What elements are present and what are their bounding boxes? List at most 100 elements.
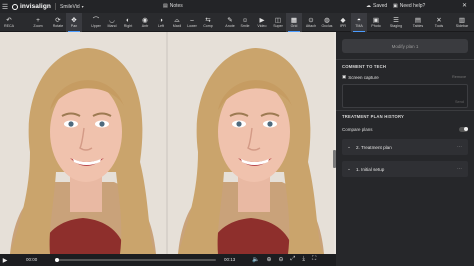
compare-plans-row: Compare plans [342,125,468,133]
modify-plan-button[interactable]: Modify plan 1 [342,39,468,53]
tool-label: Zoom [33,24,43,28]
maxilla-icon: ⌓ [174,17,180,24]
tool-comp-button[interactable]: ⇆ Comp [200,13,216,32]
tool-label: Smile [240,24,250,28]
tool-anote-button[interactable]: ✎ Anote [222,13,238,32]
chevron-down-icon[interactable]: ▾ [82,4,84,9]
mandible-icon: ◡ [109,17,115,24]
tool-lower-button[interactable]: ⌣ Lower [184,13,200,32]
notes-button[interactable]: ▤ Notes [163,3,183,9]
tool-smile-button[interactable]: ☺ Smile [237,13,253,32]
logo-mark-icon [12,3,18,10]
upper-jaw-icon: ⌒ [92,17,100,24]
tool-label: Antr [141,24,149,28]
tool-antr-button[interactable]: ◉ Antr [137,13,153,32]
tool-upper-button[interactable]: ⌒ Upper [88,13,104,32]
tool-zoom-button[interactable]: + Zoom [30,13,46,32]
annotate-icon: ✎ [227,17,233,24]
plan-label: 2. Treatment plan [356,144,392,150]
tool-label: Right [123,24,133,28]
tool-pan-button[interactable]: ✥ Pan [66,13,82,32]
plan-label: 1. Initial setup [356,166,385,172]
photo-viewer[interactable] [0,32,336,254]
fullscreen-icon[interactable]: ⛶ [312,256,316,263]
zoom-out-icon[interactable]: ⊖ [279,256,284,263]
chevron-down-icon[interactable]: ⌄ [342,166,356,172]
tool-super-button[interactable]: ◫ Super [270,13,286,32]
tool-label: Mand [107,24,117,28]
pan-icon: ✥ [71,17,77,24]
tool-attach-button[interactable]: ⊙ Attach [303,13,319,32]
download-icon[interactable]: ⤓ [302,256,305,263]
hamburger-menu-icon[interactable]: ☰ [0,3,10,11]
plan-card[interactable]: ⌄ 2. Treatment plan ⋯ [342,139,468,155]
tool-tma-button[interactable]: ◓ TMA [351,13,367,32]
volume-icon[interactable]: 🔈 [252,256,259,263]
chevron-down-icon[interactable]: ⌄ [342,144,356,150]
playback-bar: ▶ 00:00 00:13 🔈 ⊕ ⊖ ⤢ ⤓ ⛶ [0,254,336,266]
tool-right-button[interactable]: ◐ Right [120,13,136,32]
help-button[interactable]: ▣ Need help? [393,3,425,9]
tool-tables-button[interactable]: ▤ Tables [410,13,426,32]
tool-label: Super [273,24,283,28]
tool-rotate-button[interactable]: ⟳ Rotate [50,13,66,32]
saved-label: Saved [373,3,388,9]
tool-ipr-button[interactable]: ◆ IPR [335,13,351,32]
tool-photo-button[interactable]: ▣ Photo [368,13,384,32]
help-label: Need help? [399,3,426,9]
send-button[interactable]: Send [455,100,464,104]
panel-divider [336,110,474,111]
remove-button[interactable]: Remove [452,75,466,79]
tool-label: Left [158,24,164,28]
sidebar-icon: ▥ [458,17,466,24]
current-time: 00:00 [26,257,38,262]
tool-label: Rotate [52,24,64,28]
more-options-icon[interactable]: ⋯ [457,166,462,172]
tool-left-button[interactable]: ◑ Left [153,13,169,32]
tool-label: Grid [290,24,298,28]
close-icon[interactable]: ✕ [462,2,467,9]
compare-plans-toggle[interactable] [459,126,468,132]
tool-mand-button[interactable]: ◡ Mand [104,13,120,32]
timeline-slider[interactable] [55,258,216,262]
tool-reca-button[interactable]: ↶ RECA [1,13,17,32]
play-icon[interactable]: ▶ [0,257,10,264]
tool-occlus-button[interactable]: ◍ Occlus [319,13,335,32]
attachment-icon: ⊙ [308,17,314,24]
tool-label: Lower [187,24,197,28]
fit-screen-icon[interactable]: ⤢ [291,256,296,263]
right-view-icon: ◐ [126,17,130,24]
plan-card[interactable]: ⌄ 1. Initial setup ⋯ [342,161,468,177]
tools-icon: ✕ [436,17,442,24]
end-time: 00:13 [224,257,236,262]
tool-label: Staging [389,24,403,28]
photo-icon: ▣ [372,17,380,24]
tool-grid-button[interactable]: ▦ Grid [286,13,302,32]
playback-controls: 🔈 ⊕ ⊖ ⤢ ⤓ ⛶ [252,256,316,263]
tool-staging-button[interactable]: ☰ Staging [388,13,404,32]
tool-video-button[interactable]: ▶ Video [254,13,270,32]
tool-label: Pan [70,24,78,28]
tool-sidebar-button[interactable]: ▥ Sidebar [454,13,470,32]
tables-icon: ▤ [414,17,422,24]
comment-textarea[interactable] [342,84,468,108]
patient-photo-after [168,32,334,254]
smile-icon: ☺ [241,17,249,24]
screen-capture-button[interactable]: ▣ Screen capture [342,74,379,80]
top-bar: ☰ invisalign SmileVid ▾ ▤ Notes ☁ Saved … [0,0,474,13]
tool-label: Comp [203,24,213,28]
logo: invisalign [12,3,51,10]
tma-icon: ◓ [357,17,361,24]
tool-tools-button[interactable]: ✕ Tools [431,13,447,32]
notes-label: Notes [169,3,183,9]
grid-icon: ▦ [290,17,298,24]
more-options-icon[interactable]: ⋯ [457,144,462,150]
app-name[interactable]: SmileVid [60,4,80,10]
zoom-in-icon[interactable]: ⊕ [266,256,271,263]
tool-maxil-button[interactable]: ⌓ Maxil [169,13,185,32]
screen-capture-label: Screen capture [348,74,379,80]
tool-label: Video [257,24,267,28]
timeline-knob[interactable] [55,258,59,262]
tool-label: Upper [91,24,101,28]
staging-icon: ☰ [393,17,399,24]
